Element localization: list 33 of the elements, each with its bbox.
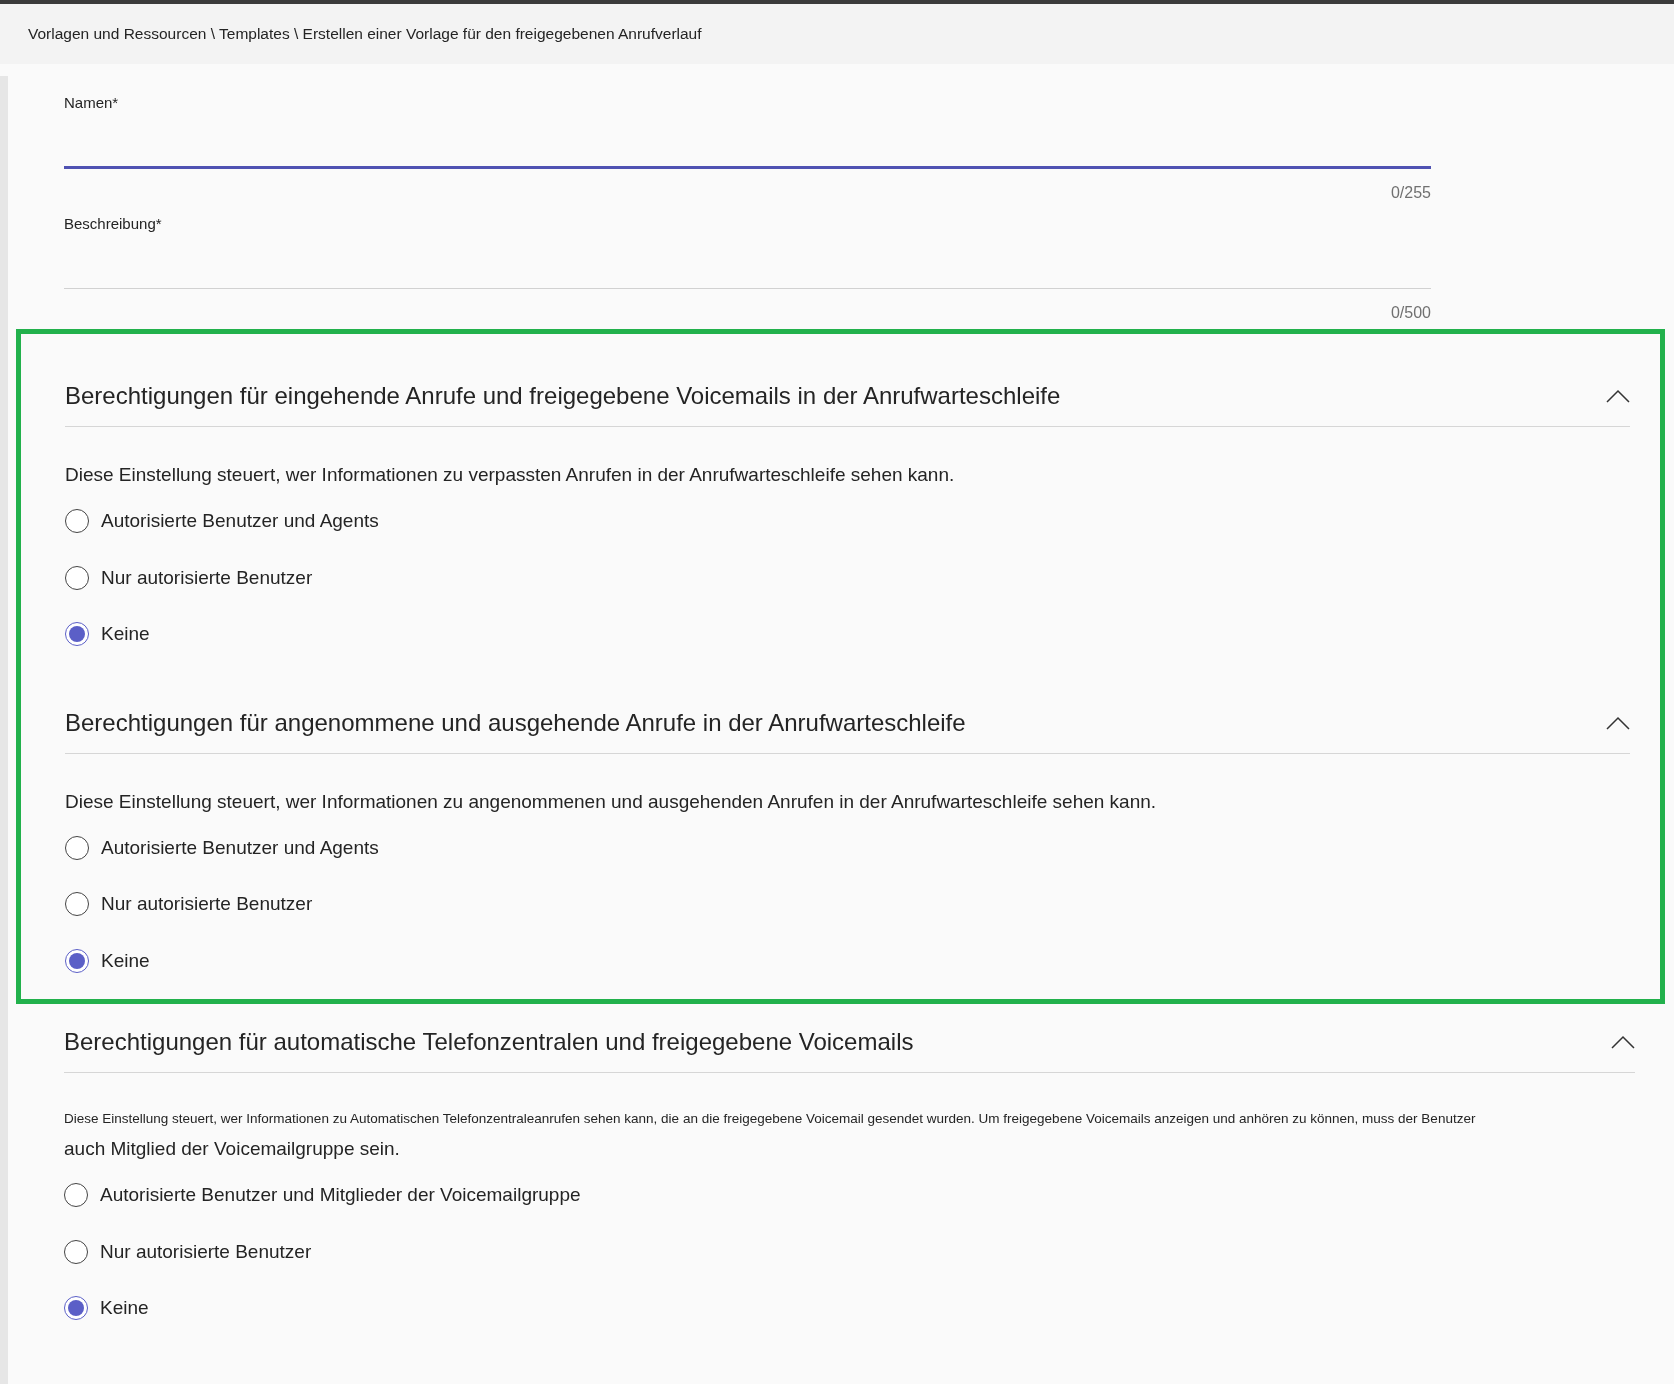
description-text: Diese Einstellung steuert, wer Informationen zu Automatischen Telefonzentraleanrufen sehen kann, die an die freigegebene Voicemail gesendet wurden. Um freigegebene Voicemails anzeigen und anhören zu können, muss der Benutzer xyxy=(64,1110,1477,1128)
radio-label: Nur autorisierte Benutzer xyxy=(101,892,313,916)
radio-button[interactable] xyxy=(65,622,89,647)
radio-label: Keine xyxy=(101,948,150,973)
radio-label: Autorisierte Benutzer und Mitglieder der Voicemailgruppe xyxy=(100,1183,581,1207)
radio-button[interactable] xyxy=(65,835,89,860)
section-title: Berechtigungen für angenommene und ausgehende Anrufe in der Anrufwarteschleife xyxy=(65,707,966,738)
chevron-up-icon[interactable] xyxy=(1606,715,1630,730)
section-title: Berechtigungen für eingehende Anrufe und freigegebene Voicemails in der Anrufwarteschleife xyxy=(65,381,1061,411)
radio-button[interactable] xyxy=(64,1296,88,1321)
section-title: Berechtigungen für automatische Telefonzentralen und freigegebene Voicemails xyxy=(64,1027,914,1057)
character-counter: 0/500 xyxy=(1390,303,1431,323)
radio-label: Keine xyxy=(101,622,150,646)
radio-label: Autorisierte Benutzer und Agents xyxy=(101,835,379,860)
radio-button[interactable] xyxy=(65,892,89,917)
description-text: Diese Einstellung steuert, wer Informationen zu angenommenen und ausgehenden Anrufen in der Anrufwarteschleife sehen kann. xyxy=(65,789,1158,814)
chevron-up-icon[interactable] xyxy=(1606,389,1630,403)
radio-button[interactable] xyxy=(64,1239,88,1264)
field-label: Namen* xyxy=(64,93,120,113)
radio-button[interactable] xyxy=(65,948,89,973)
description-text: Diese Einstellung steuert, wer Informationen zu verpassten Anrufen in der Anrufwarteschleife sehen kann. xyxy=(65,463,956,487)
radio-label: Nur autorisierte Benutzer xyxy=(101,565,313,590)
description-text: auch Mitglied der Voicemailgruppe sein. xyxy=(64,1137,401,1161)
breadcrumb: Vorlagen und Ressourcen \ Templates \ Erstellen einer Vorlage für den freigegebenen Anrufverlauf xyxy=(28,24,702,45)
radio-button[interactable] xyxy=(64,1183,88,1208)
radio-button[interactable] xyxy=(65,509,89,534)
field-label: Beschreibung* xyxy=(64,213,163,234)
radio-label: Autorisierte Benutzer und Agents xyxy=(101,509,379,533)
radio-label: Nur autorisierte Benutzer xyxy=(100,1239,312,1264)
radio-label: Keine xyxy=(100,1296,149,1320)
chevron-up-icon[interactable] xyxy=(1611,1035,1635,1049)
radio-button[interactable] xyxy=(65,565,89,590)
character-counter: 0/255 xyxy=(1390,182,1431,203)
